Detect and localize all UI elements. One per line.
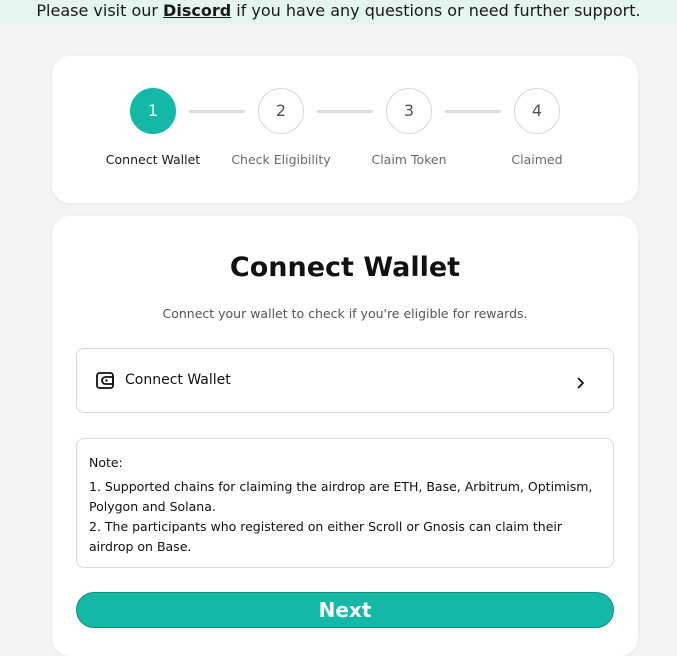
step-label: Check Eligibility: [231, 152, 331, 167]
step-number: 1: [130, 88, 176, 134]
step-claimed: 4 Claimed: [472, 88, 602, 167]
step-number: 2: [258, 88, 304, 134]
step-label: Claimed: [511, 152, 563, 167]
support-banner: Please visit our Discord if you have any…: [0, 0, 677, 24]
step-label: Connect Wallet: [105, 152, 201, 167]
banner-prefix: Please visit our: [36, 1, 164, 20]
discord-link[interactable]: Discord: [163, 1, 231, 20]
wallet-icon: [96, 372, 114, 393]
connect-wallet-card: Connect Wallet Connect your wallet to ch…: [52, 216, 638, 656]
note-line: 2. The participants who registered on ei…: [89, 519, 563, 554]
stepper-card: 1 Connect Wallet 2 Check Eligibility 3 C…: [52, 56, 638, 203]
page-title: Connect Wallet: [229, 252, 461, 283]
step-connect-wallet: 1 Connect Wallet: [88, 88, 218, 167]
chevron-right-icon: [577, 374, 585, 393]
banner-suffix: if you have any questions or need furthe…: [231, 1, 641, 20]
next-button[interactable]: Next: [76, 592, 614, 628]
connect-wallet-button[interactable]: Connect Wallet: [76, 348, 614, 413]
step-claim-token: 3 Claim Token: [344, 88, 474, 167]
note-box: Note: 1. Supported chains for claiming t…: [76, 438, 614, 568]
page-subtitle: Connect your wallet to check if you're e…: [162, 306, 528, 321]
step-check-eligibility: 2 Check Eligibility: [216, 88, 346, 167]
step-number: 4: [514, 88, 560, 134]
step-label: Claim Token: [371, 152, 447, 167]
step-number: 3: [386, 88, 432, 134]
note-title: Note:: [89, 455, 123, 470]
connect-wallet-label: Connect Wallet: [125, 372, 231, 388]
note-line: 1. Supported chains for claiming the air…: [89, 479, 593, 514]
